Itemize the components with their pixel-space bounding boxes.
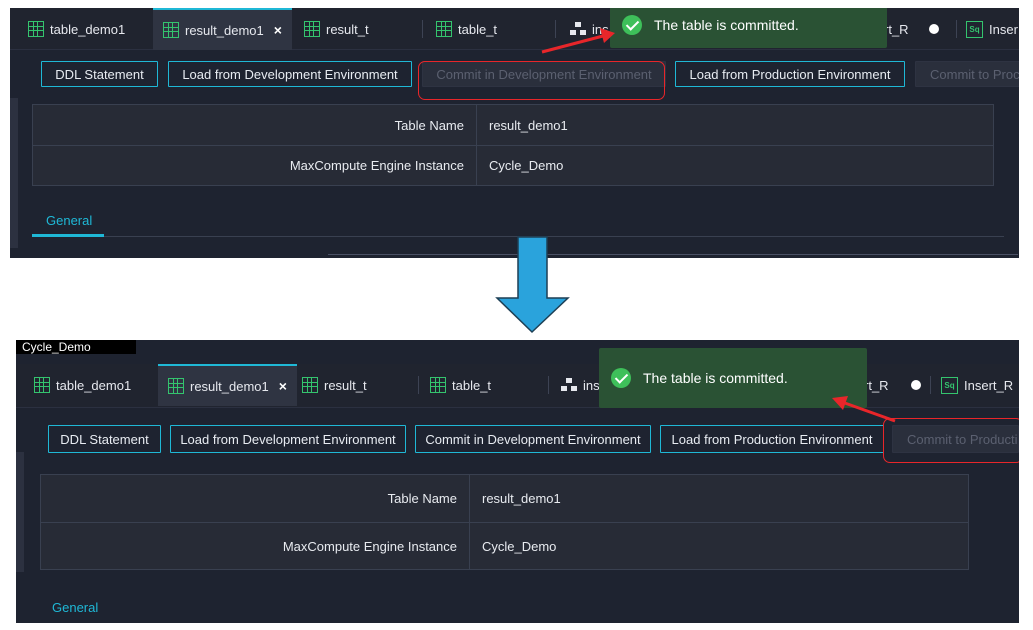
- table-row: Table Name result_demo1: [41, 475, 968, 522]
- close-icon[interactable]: ×: [274, 22, 282, 38]
- tab-label: table_t: [452, 377, 492, 393]
- table-icon: [28, 21, 44, 37]
- tab-table-demo1[interactable]: table_demo1: [28, 8, 125, 50]
- tab-general[interactable]: General: [46, 213, 92, 228]
- load-dev-button[interactable]: Load from Development Environment: [168, 61, 412, 87]
- load-dev-button[interactable]: Load from Development Environment: [170, 425, 406, 453]
- tab-label: result_demo1: [185, 22, 264, 38]
- commit-dev-button[interactable]: Commit in Development Environment: [415, 425, 651, 453]
- tab-bar: table_demo1 result_demo1 × result_t tabl…: [16, 364, 1019, 408]
- table-row: MaxCompute Engine Instance Cycle_Demo: [41, 522, 968, 569]
- tab-label: table_demo1: [50, 21, 126, 37]
- tab-insert[interactable]: ins: [561, 364, 600, 406]
- close-icon[interactable]: ×: [279, 378, 287, 394]
- row-label: Table Name: [33, 105, 477, 145]
- tab-divider: [930, 376, 931, 394]
- row-label: MaxCompute Engine Instance: [41, 523, 470, 569]
- tab-label: table_t: [458, 21, 498, 37]
- tab-divider: [555, 20, 556, 38]
- tab-insert[interactable]: ins: [570, 8, 609, 50]
- table-row: MaxCompute Engine Instance Cycle_Demo: [33, 145, 993, 185]
- commit-prod-button[interactable]: Commit to Proc: [915, 61, 1019, 87]
- table-icon: [436, 21, 452, 37]
- tab-result-t[interactable]: result_t: [302, 364, 367, 406]
- table-info: Table Name result_demo1 MaxCompute Engin…: [40, 474, 969, 570]
- tab-table-t[interactable]: table_t: [430, 364, 491, 406]
- row-value: result_demo1: [482, 491, 561, 506]
- load-prod-button[interactable]: Load from Production Environment: [675, 61, 905, 87]
- tab-insert-r-sql[interactable]: Sq Insert_R: [941, 364, 1013, 406]
- tab-underline: [104, 236, 1004, 237]
- sq-icon: Sq: [941, 376, 958, 394]
- highlight-commit-prod: [883, 418, 1019, 463]
- tab-table-demo1[interactable]: table_demo1: [34, 364, 131, 406]
- sq-icon: Sq: [966, 20, 983, 38]
- tab-divider: [422, 20, 423, 38]
- tab-insert-r[interactable]: rt_R: [864, 364, 921, 406]
- dot-icon: [910, 380, 921, 390]
- tab-result-demo1[interactable]: result_demo1 ×: [158, 364, 297, 406]
- table-icon: [34, 377, 50, 393]
- content-divider: [328, 254, 1018, 255]
- table-row: Table Name result_demo1: [33, 105, 993, 145]
- tab-divider: [956, 20, 957, 38]
- tab-divider: [548, 376, 549, 394]
- tab-general[interactable]: General: [52, 600, 98, 615]
- left-strip: [10, 98, 18, 248]
- check-circle-icon: [622, 15, 642, 35]
- tab-label: result_t: [324, 377, 367, 393]
- tree-icon: [570, 22, 586, 36]
- tab-insert-r[interactable]: rt_R: [884, 8, 939, 50]
- table-icon: [163, 22, 179, 38]
- tab-insert-r-sql[interactable]: Sq Inser: [966, 8, 1018, 50]
- tree-icon: [561, 378, 577, 392]
- tab-table-t[interactable]: table_t: [436, 8, 497, 50]
- toast-message: The table is committed.: [643, 370, 788, 386]
- row-value: result_demo1: [489, 117, 568, 133]
- tab-label: rt_R: [864, 377, 889, 393]
- tab-label: Inser: [989, 21, 1018, 37]
- row-label: Table Name: [41, 475, 470, 522]
- ddl-statement-button[interactable]: DDL Statement: [48, 425, 161, 453]
- check-circle-icon: [611, 368, 631, 388]
- screenshot-after: Cycle_Demo table_demo1 result_demo1 × re…: [16, 340, 1019, 623]
- table-icon: [430, 377, 446, 393]
- table-info: Table Name result_demo1 MaxCompute Engin…: [32, 104, 994, 186]
- toast-message: The table is committed.: [654, 17, 799, 33]
- screenshot-before: table_demo1 result_demo1 × result_t tabl…: [10, 8, 1019, 258]
- row-value: Cycle_Demo: [482, 538, 557, 554]
- tab-label: Insert_R: [964, 377, 1014, 393]
- table-icon: [168, 378, 184, 394]
- tab-label: table_demo1: [56, 377, 132, 393]
- table-icon: [302, 377, 318, 393]
- ddl-statement-button[interactable]: DDL Statement: [41, 61, 158, 87]
- tab-label: ins: [583, 377, 600, 393]
- tab-result-demo1[interactable]: result_demo1 ×: [153, 8, 292, 50]
- left-strip: [16, 452, 24, 572]
- tab-result-t[interactable]: result_t: [304, 8, 369, 50]
- row-value: Cycle_Demo: [489, 158, 564, 173]
- dot-icon: [928, 24, 939, 34]
- window-title: Cycle_Demo: [16, 340, 136, 354]
- load-prod-button[interactable]: Load from Production Environment: [660, 425, 884, 453]
- tab-label: result_t: [326, 21, 369, 37]
- toast-success: The table is committed.: [610, 8, 887, 48]
- tab-label: ins: [592, 21, 609, 37]
- tab-divider: [418, 376, 419, 394]
- highlight-commit-dev: [418, 61, 665, 100]
- table-icon: [304, 21, 320, 37]
- tab-label: rt_R: [884, 21, 909, 37]
- tab-label: result_demo1: [190, 378, 269, 394]
- general-underline: [32, 234, 104, 237]
- toast-success: The table is committed.: [599, 348, 867, 408]
- row-label: MaxCompute Engine Instance: [33, 146, 477, 185]
